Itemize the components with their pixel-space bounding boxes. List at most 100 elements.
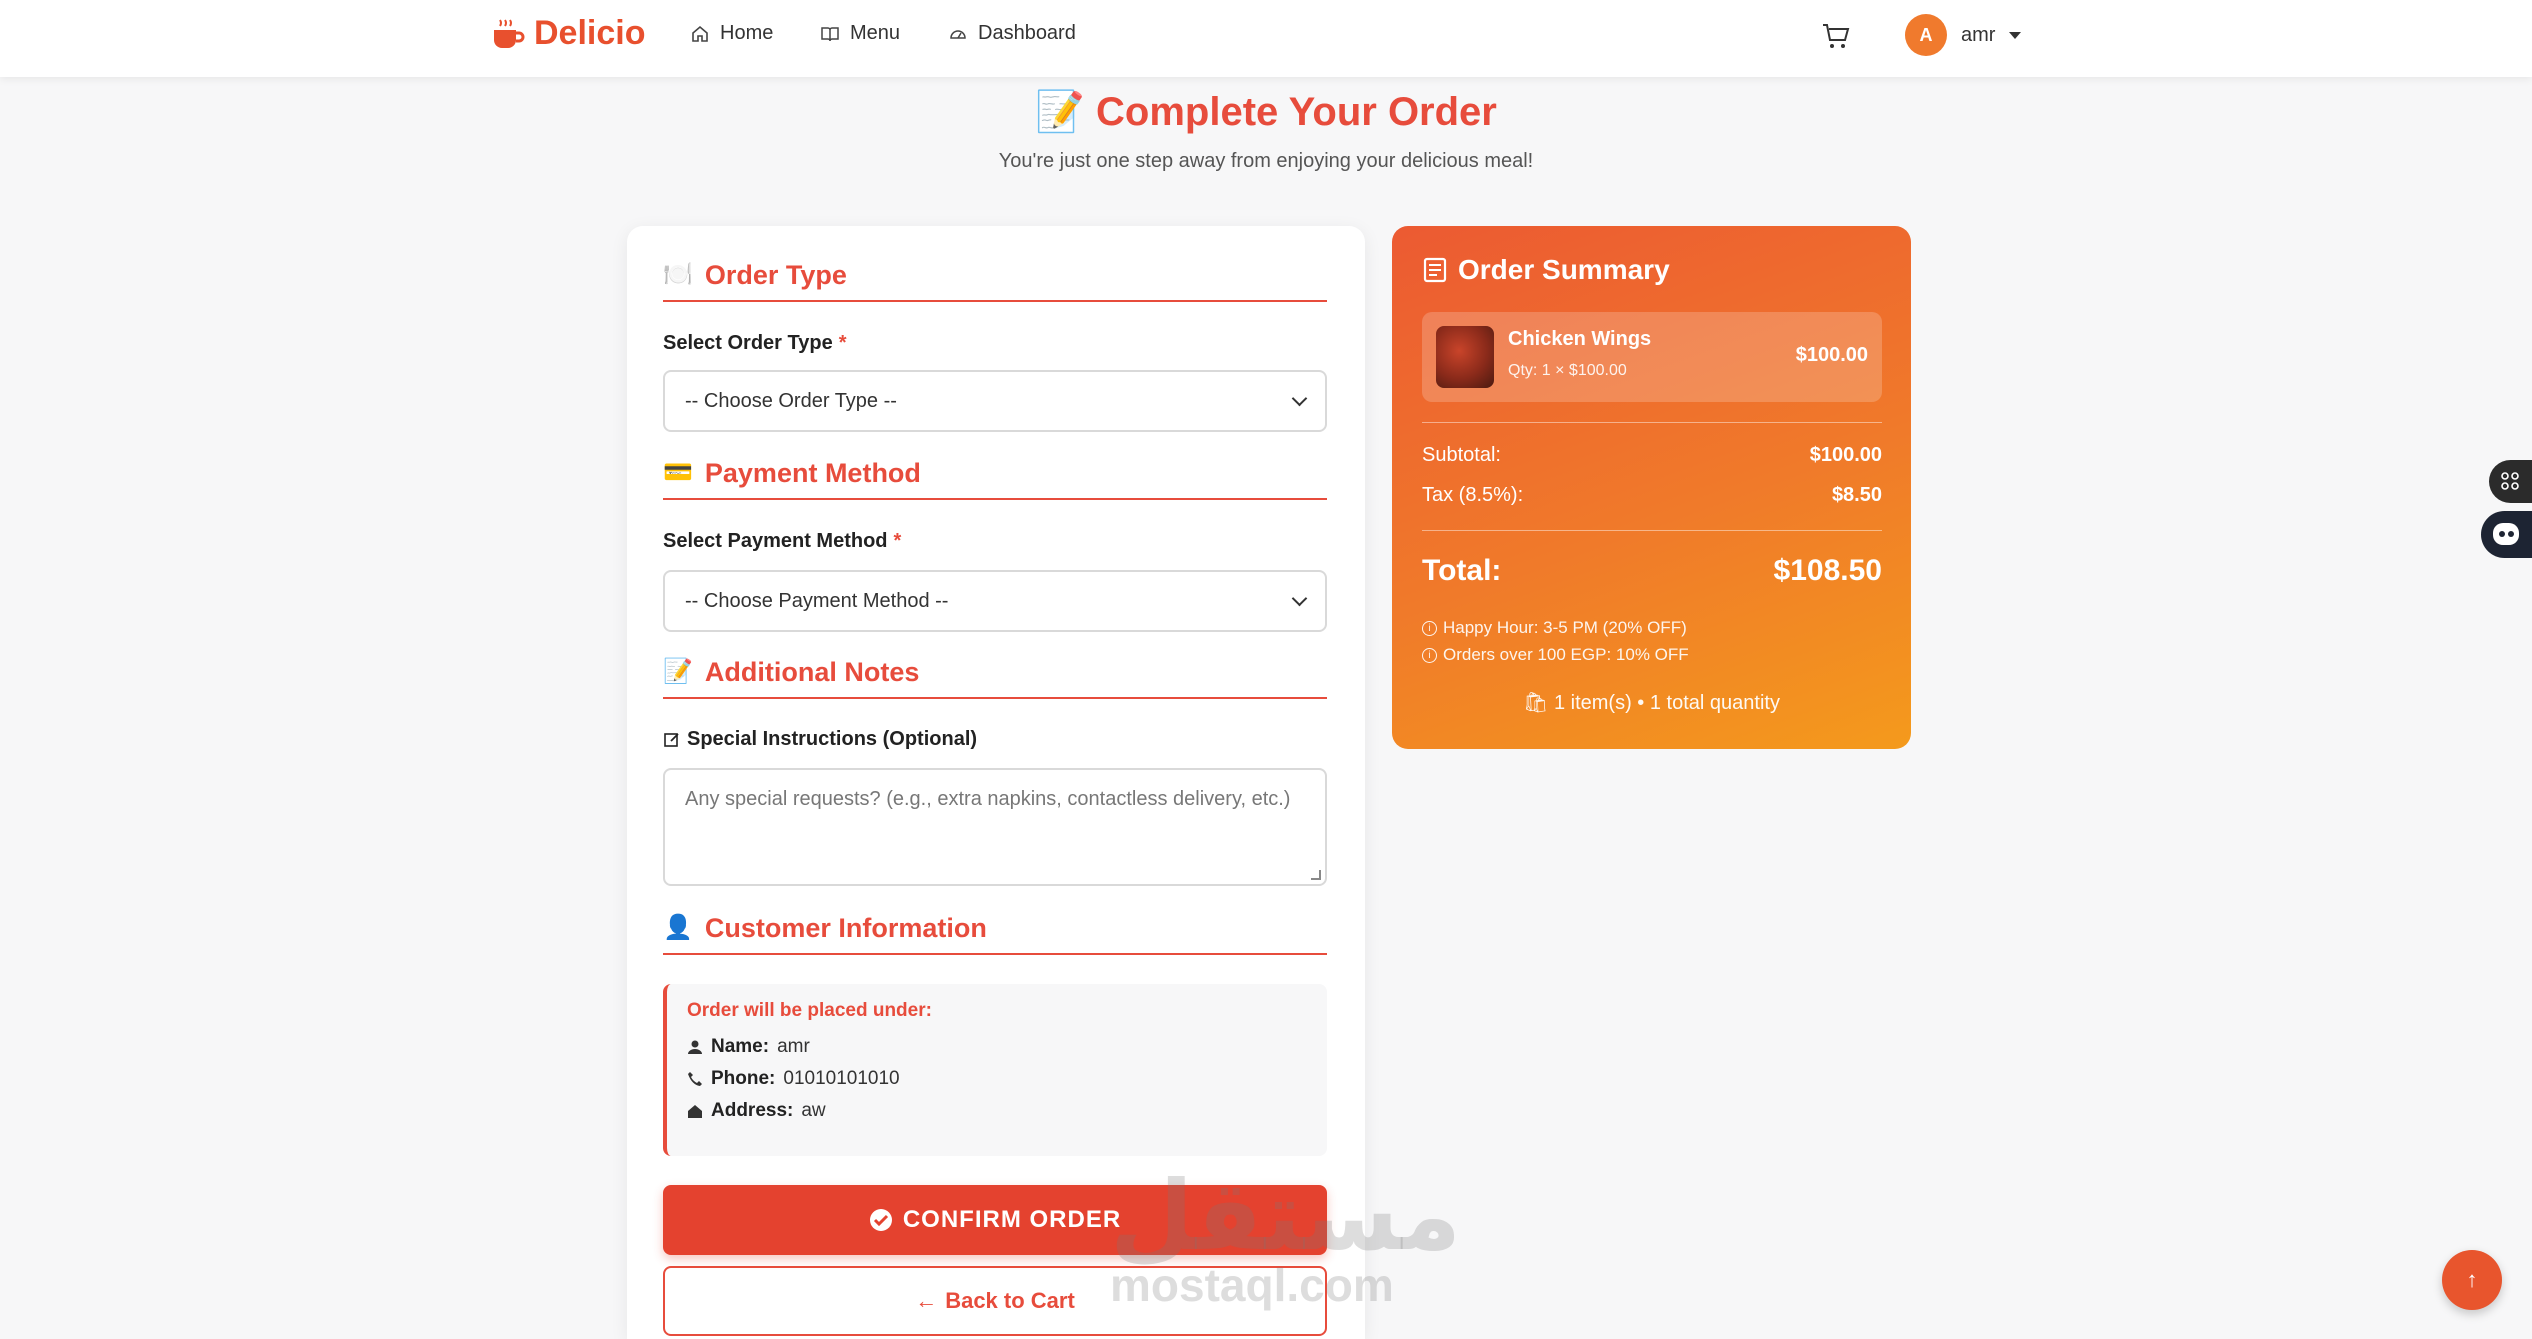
user-name: amr	[1961, 23, 1996, 46]
required-mark: *	[893, 530, 902, 552]
note-text: Orders over 100 EGP: 10% OFF	[1443, 645, 1689, 664]
credit-card-icon: 💳	[663, 459, 693, 486]
resize-handle-icon[interactable]	[1311, 870, 1321, 880]
item-qty: Qty: 1 × $100.00	[1508, 362, 1627, 379]
label-text: Select Order Type	[663, 332, 833, 354]
command-icon	[2501, 472, 2519, 490]
plate-icon: 🍽️	[663, 261, 693, 288]
info-icon: i	[1422, 647, 1437, 663]
order-type-label: Select Order Type *	[663, 332, 847, 355]
cart-icon	[1823, 24, 1850, 48]
customer-info-title: Order will be placed under:	[687, 1000, 932, 1021]
payment-method-select[interactable]: -- Choose Payment Method --	[663, 570, 1327, 632]
required-mark: *	[838, 332, 847, 354]
tax-row: Tax (8.5%): $8.50	[1422, 484, 1882, 507]
subtotal-row: Subtotal: $100.00	[1422, 444, 1882, 467]
edit-icon	[664, 732, 679, 747]
user-menu[interactable]: A amr	[1905, 14, 2022, 56]
field-label: Name:	[711, 1036, 770, 1057]
caret-down-icon	[2009, 31, 2022, 39]
coffee-cup-icon	[494, 18, 525, 48]
cart-button[interactable]	[1820, 20, 1852, 57]
field-label: Address:	[711, 1100, 794, 1121]
phone-icon	[688, 1072, 702, 1086]
subtotal-value: $100.00	[1809, 444, 1882, 466]
textarea-placeholder: Any special requests? (e.g., extra napki…	[685, 788, 1291, 810]
customer-address-row: Address: aw	[687, 1100, 1307, 1122]
divider	[1422, 530, 1882, 531]
customer-name-row: Name: amr	[687, 1036, 1307, 1058]
row-label: Tax (8.5%):	[1422, 484, 1524, 506]
customer-phone-row: Phone: 01010101010	[687, 1068, 1307, 1090]
summary-item: Chicken Wings Qty: 1 × $100.00 $100.00	[1422, 312, 1882, 402]
info-icon: i	[1422, 620, 1437, 636]
check-circle-icon	[869, 1209, 892, 1231]
watermark-arabic: مستقل	[1110, 1160, 1462, 1272]
payment-method-label: Select Payment Method *	[663, 530, 901, 553]
row-label: Subtotal:	[1422, 444, 1501, 466]
count-text: 1 item(s) • 1 total quantity	[1553, 692, 1780, 714]
arrow-up-icon: ↑	[2466, 1267, 2478, 1292]
select-value: -- Choose Order Type --	[685, 389, 897, 412]
section-additional-notes: 📝 Additional Notes	[663, 657, 1327, 699]
scroll-to-top-button[interactable]: ↑	[2442, 1250, 2502, 1310]
field-label: Phone:	[711, 1068, 776, 1089]
special-instructions-textarea[interactable]: Any special requests? (e.g., extra napki…	[663, 768, 1327, 886]
section-title: Customer Information	[704, 913, 987, 943]
note-text: Happy Hour: 3-5 PM (20% OFF)	[1443, 618, 1687, 637]
nav-link-dashboard[interactable]: Dashboard	[948, 22, 1076, 45]
memo-icon: 📝	[1035, 90, 1085, 134]
command-widget-button[interactable]	[2489, 460, 2532, 503]
item-thumbnail	[1436, 326, 1494, 388]
page-subtitle: You're just one step away from enjoying …	[998, 150, 1534, 172]
brand-name: Delicio	[534, 14, 646, 52]
nav-link-label: Menu	[850, 22, 901, 44]
bag-icon: 🛍	[1523, 692, 1549, 714]
watermark-latin: mostaql.com	[1110, 1259, 1394, 1311]
customer-name: amr	[777, 1036, 810, 1057]
avatar: A	[1905, 14, 1947, 56]
tax-value: $8.50	[1831, 484, 1882, 506]
page-title: 📝 Complete Your Order	[0, 88, 2532, 135]
customer-address: aw	[801, 1100, 826, 1121]
section-title: Order Type	[704, 260, 847, 290]
discount-note: i Orders over 100 EGP: 10% OFF	[1422, 645, 1689, 665]
order-type-select[interactable]: -- Choose Order Type --	[663, 370, 1327, 432]
nav-link-label: Dashboard	[978, 22, 1076, 44]
discount-note: i Happy Hour: 3-5 PM (20% OFF)	[1422, 618, 1687, 638]
chatbot-widget-button[interactable]	[2481, 511, 2532, 558]
section-title: Additional Notes	[704, 657, 920, 687]
label-text: Special Instructions (Optional)	[687, 728, 978, 750]
nav-link-menu[interactable]: Menu	[820, 22, 900, 45]
customer-info-box: Order will be placed under: Name: amr Ph…	[663, 984, 1327, 1156]
robot-icon	[2493, 523, 2519, 545]
section-title: Payment Method	[704, 458, 921, 488]
receipt-icon	[1423, 257, 1447, 283]
row-label: Total:	[1422, 554, 1502, 587]
total-value: $108.50	[1773, 554, 1882, 587]
section-customer-info: 👤 Customer Information	[663, 913, 1327, 955]
memo-icon: 📝	[663, 658, 693, 685]
total-row: Total: $108.50	[1422, 554, 1882, 588]
house-icon	[688, 1105, 702, 1118]
item-name: Chicken Wings	[1508, 328, 1652, 350]
button-label: Back to Cart	[945, 1288, 1075, 1313]
special-instructions-label: Special Instructions (Optional)	[663, 728, 977, 751]
navbar: Delicio Home Menu Dashboard A amr	[0, 0, 2532, 77]
order-summary-title: Order Summary	[1422, 254, 1670, 286]
select-value: -- Choose Payment Method --	[685, 589, 949, 612]
customer-phone: 01010101010	[783, 1068, 900, 1089]
user-icon	[688, 1040, 702, 1054]
order-summary: Order Summary Chicken Wings Qty: 1 × $10…	[1392, 226, 1911, 749]
item-count: 🛍 1 item(s) • 1 total quantity	[1392, 690, 1911, 715]
divider	[1422, 422, 1882, 423]
title-text: Order Summary	[1458, 254, 1670, 285]
label-text: Select Payment Method	[663, 530, 888, 552]
section-order-type: 🍽️ Order Type	[663, 260, 1327, 302]
arrow-left-icon: ←	[915, 1288, 938, 1313]
section-payment-method: 💳 Payment Method	[663, 458, 1327, 500]
dashboard-icon	[950, 29, 966, 39]
nav-link-home[interactable]: Home	[690, 22, 773, 45]
chevron-down-icon	[1291, 590, 1308, 606]
brand-logo[interactable]: Delicio	[490, 14, 645, 53]
